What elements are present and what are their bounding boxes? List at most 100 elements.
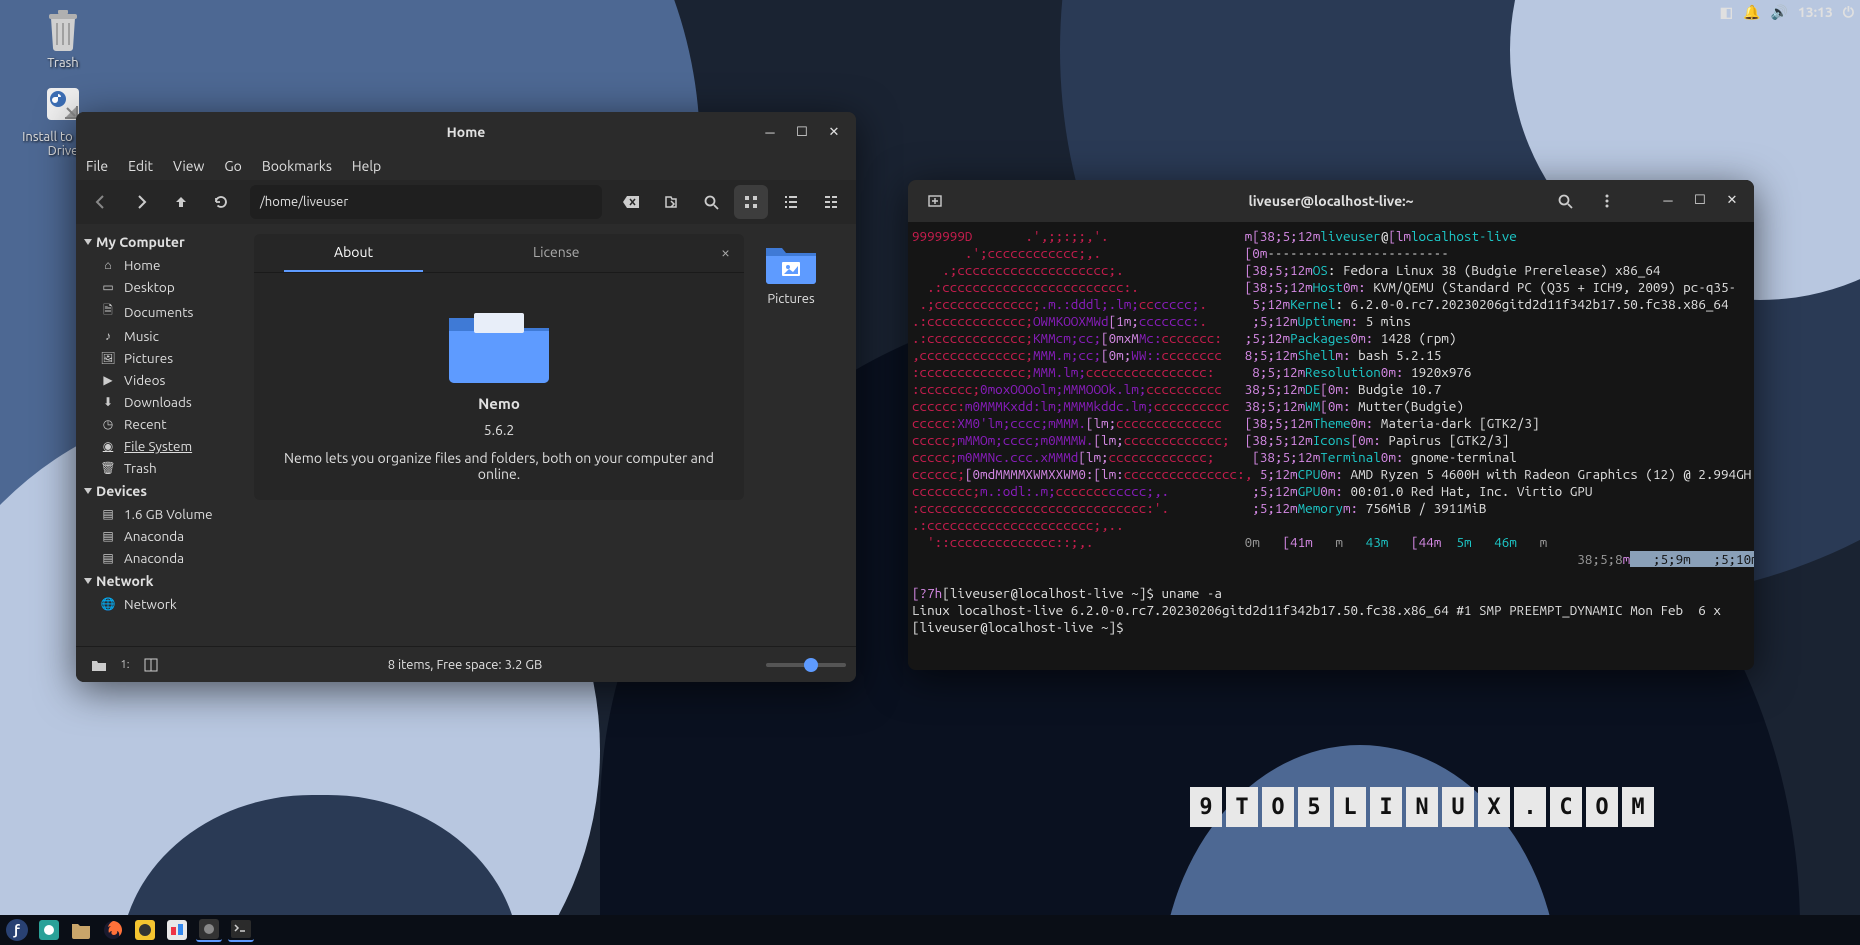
about-close-button[interactable]: × — [707, 234, 744, 272]
menu-bookmarks[interactable]: Bookmarks — [262, 158, 332, 174]
sidebar-section-mycomputer[interactable]: My Computer — [76, 230, 236, 254]
task-firefox[interactable] — [100, 918, 126, 942]
sidebar-item-filesystem[interactable]: ◉File System — [76, 435, 236, 457]
minimize-button[interactable]: ─ — [756, 118, 784, 146]
sidebar-item-anaconda[interactable]: ▤Anaconda — [76, 525, 236, 547]
menu-button[interactable] — [1590, 184, 1624, 218]
notifications-icon[interactable]: 🔔 — [1743, 4, 1760, 21]
terminal-output[interactable]: 9999999D .',;;:;;,'. m[38;5;12mliveuser@… — [908, 222, 1754, 670]
zoom-slider[interactable] — [766, 663, 846, 667]
minimize-button[interactable]: ─ — [1654, 186, 1682, 214]
toggle-path-button[interactable] — [654, 185, 688, 219]
menubar: File Edit View Go Bookmarks Help — [76, 152, 856, 180]
back-button[interactable] — [84, 185, 118, 219]
menu-view[interactable]: View — [173, 158, 204, 174]
close-button[interactable]: ✕ — [820, 118, 848, 146]
new-tab-button[interactable] — [918, 184, 952, 218]
sidebar-item-volume[interactable]: ▤1.6 GB Volume — [76, 503, 236, 525]
menu-button[interactable]: ƒ — [4, 918, 30, 942]
path-input[interactable]: /home/liveuser — [250, 185, 602, 219]
sidebar: My Computer ⌂Home ▭Desktop 🗎Documents ♪M… — [76, 224, 236, 646]
forward-button[interactable] — [124, 185, 158, 219]
sidebar-section-devices[interactable]: Devices — [76, 479, 236, 503]
sidebar-item-anaconda[interactable]: ▤Anaconda — [76, 547, 236, 569]
search-button[interactable] — [694, 185, 728, 219]
about-dialog: About License × Nemo 5.6.2 Nemo lets you… — [254, 234, 744, 500]
sidebar-item-trash[interactable]: 🗑Trash — [76, 457, 236, 479]
sidebar-item-home[interactable]: ⌂Home — [76, 254, 236, 276]
terminal-window: liveuser@localhost-live:~ ─ ☐ ✕ 9999999D… — [908, 180, 1754, 670]
desktop-icon: ▭ — [100, 280, 116, 294]
network-icon: 🌐 — [100, 597, 116, 611]
video-icon: ▶ — [100, 373, 116, 387]
desktop-icon-label: Trash — [47, 56, 78, 70]
task-terminal[interactable] — [228, 918, 254, 942]
menu-help[interactable]: Help — [352, 158, 381, 174]
recent-icon: ◷ — [100, 417, 116, 431]
task-budgie[interactable] — [36, 918, 62, 942]
main-pane: About License × Nemo 5.6.2 Nemo lets you… — [236, 224, 856, 646]
taskbar: ƒ — [0, 915, 1860, 945]
maximize-button[interactable]: ☐ — [788, 118, 816, 146]
up-button[interactable] — [164, 185, 198, 219]
window-title: Home — [447, 124, 486, 140]
about-description: Nemo lets you organize files and folders… — [272, 450, 726, 482]
places-toggle-button[interactable] — [86, 652, 112, 678]
disk-icon: ▤ — [100, 551, 116, 565]
tab-license[interactable]: License — [483, 234, 630, 272]
applet-icon[interactable]: ◧ — [1720, 4, 1733, 21]
icon-view-button[interactable] — [734, 185, 768, 219]
menu-file[interactable]: File — [86, 158, 108, 174]
volume-icon[interactable]: 🔊 — [1770, 4, 1787, 21]
sidebar-item-music[interactable]: ♪Music — [76, 325, 236, 347]
tree-toggle-button[interactable]: 1: — [112, 652, 138, 678]
picture-icon: 🖼 — [100, 351, 116, 365]
reload-button[interactable] — [204, 185, 238, 219]
sidebar-item-network[interactable]: 🌐Network — [76, 593, 236, 615]
about-version: 5.6.2 — [272, 422, 726, 438]
filesystem-icon: ◉ — [100, 439, 116, 453]
download-icon: ⬇ — [100, 395, 116, 409]
music-icon: ♪ — [100, 329, 116, 343]
task-software[interactable] — [164, 918, 190, 942]
sidebar-item-videos[interactable]: ▶Videos — [76, 369, 236, 391]
sidebar-item-pictures[interactable]: 🖼Pictures — [76, 347, 236, 369]
task-app[interactable] — [132, 918, 158, 942]
menu-edit[interactable]: Edit — [128, 158, 153, 174]
sidebar-item-desktop[interactable]: ▭Desktop — [76, 276, 236, 298]
watermark: 9TO5LINUX.COM — [1190, 787, 1654, 827]
disk-icon: ▤ — [100, 507, 116, 521]
sidebar-section-network[interactable]: Network — [76, 569, 236, 593]
top-panel: ◧ 🔔 🔊 13:13 ⏻ — [1714, 0, 1860, 24]
file-manager-window: Home ─ ☐ ✕ File Edit View Go Bookmarks H… — [76, 112, 856, 682]
sidebar-item-recent[interactable]: ◷Recent — [76, 413, 236, 435]
home-icon: ⌂ — [100, 258, 116, 272]
compact-view-button[interactable] — [814, 185, 848, 219]
clock[interactable]: 13:13 — [1798, 4, 1833, 21]
titlebar[interactable]: liveuser@localhost-live:~ ─ ☐ ✕ — [908, 180, 1754, 222]
sidebar-item-downloads[interactable]: ⬇Downloads — [76, 391, 236, 413]
folder-pictures[interactable]: Pictures — [764, 242, 818, 306]
trash-icon — [41, 8, 85, 52]
about-appname: Nemo — [272, 395, 726, 412]
terminal-title: liveuser@localhost-live:~ — [1249, 193, 1414, 209]
tab-about[interactable]: About — [284, 234, 423, 272]
trash-icon: 🗑 — [100, 461, 116, 475]
status-text: 8 items, Free space: 3.2 GB — [164, 658, 766, 672]
close-button[interactable]: ✕ — [1718, 186, 1746, 214]
menu-go[interactable]: Go — [224, 158, 241, 174]
task-nemo[interactable] — [196, 918, 222, 942]
list-view-button[interactable] — [774, 185, 808, 219]
split-toggle-button[interactable] — [138, 652, 164, 678]
folder-icon — [444, 303, 554, 383]
search-button[interactable] — [1548, 184, 1582, 218]
folder-icon — [764, 242, 818, 286]
titlebar[interactable]: Home ─ ☐ ✕ — [76, 112, 856, 152]
sidebar-item-documents[interactable]: 🗎Documents — [76, 298, 236, 325]
desktop-icon-trash[interactable]: Trash — [18, 8, 108, 70]
statusbar: 1: 8 items, Free space: 3.2 GB — [76, 646, 856, 682]
clear-path-button[interactable] — [614, 185, 648, 219]
maximize-button[interactable]: ☐ — [1686, 186, 1714, 214]
task-files[interactable] — [68, 918, 94, 942]
power-icon[interactable]: ⏻ — [1843, 4, 1854, 21]
